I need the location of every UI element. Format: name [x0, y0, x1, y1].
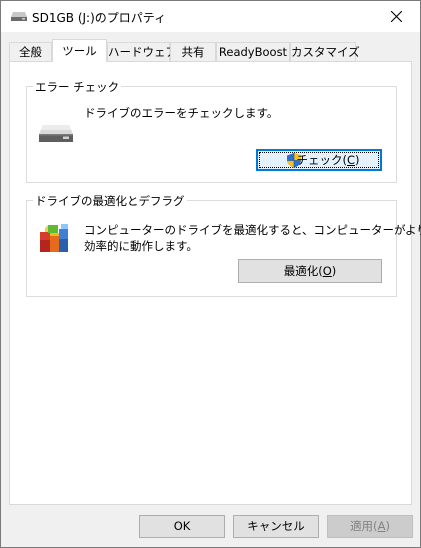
- check-button-label: チェック(C): [296, 153, 360, 167]
- drive-icon: [11, 12, 27, 21]
- optimize-description-line2: 効率的に動作します。: [84, 239, 198, 253]
- drive-icon: [39, 125, 73, 142]
- title-bar[interactable]: SD1GB (J:)のプロパティ: [1, 1, 420, 32]
- cancel-button-label: キャンセル: [247, 519, 305, 533]
- error-check-description: ドライブのエラーをチェックします。: [84, 106, 279, 120]
- optimize-title: ドライブの最適化とデフラグ: [33, 193, 187, 209]
- tab-label: カスタマイズ: [291, 45, 360, 59]
- optimize-button[interactable]: 最適化(O): [238, 259, 382, 283]
- window-title: SD1GB (J:)のプロパティ: [32, 11, 167, 25]
- cancel-button[interactable]: キャンセル: [233, 515, 319, 538]
- tab-customize[interactable]: カスタマイズ: [290, 42, 360, 61]
- tab-label: 全般: [19, 45, 42, 59]
- error-check-title: エラー チェック: [33, 79, 122, 95]
- optimize-description-line1: コンピューターのドライブを最適化すると、コンピューターがより: [84, 223, 421, 237]
- tab-label: ハードウェア: [108, 45, 177, 59]
- tab-hardware[interactable]: ハードウェア: [107, 42, 177, 61]
- tab-general[interactable]: 全般: [9, 42, 52, 61]
- close-icon: [391, 11, 402, 22]
- defrag-icon: [40, 224, 68, 252]
- tools-tab-panel: エラー チェック ドライブのエラーをチェックします。 チェック(C) ドライブの…: [9, 61, 421, 505]
- apply-button[interactable]: 適用(A): [327, 515, 413, 538]
- tab-tools[interactable]: ツール: [52, 39, 107, 62]
- tab-readyboost[interactable]: ReadyBoost: [216, 42, 290, 61]
- check-button[interactable]: チェック(C): [256, 149, 382, 171]
- close-button[interactable]: [374, 1, 420, 32]
- apply-button-label: 適用(A): [350, 519, 390, 533]
- optimize-button-label: 最適化(O): [283, 264, 337, 278]
- ok-button-label: OK: [173, 519, 191, 533]
- tab-label: ツール: [62, 44, 97, 58]
- properties-dialog: SD1GB (J:)のプロパティ 全般 ツール ハードウェア 共有 ReadyB…: [0, 0, 421, 548]
- tab-label: 共有: [181, 45, 205, 59]
- tab-sharing[interactable]: 共有: [170, 42, 216, 61]
- tab-label: ReadyBoost: [218, 45, 288, 59]
- optimize-group: ドライブの最適化とデフラグ コンピューターのドライブを最適化すると、コンピュータ…: [26, 193, 421, 297]
- error-check-group: エラー チェック ドライブのエラーをチェックします。 チェック(C): [26, 79, 397, 183]
- ok-button[interactable]: OK: [139, 515, 225, 538]
